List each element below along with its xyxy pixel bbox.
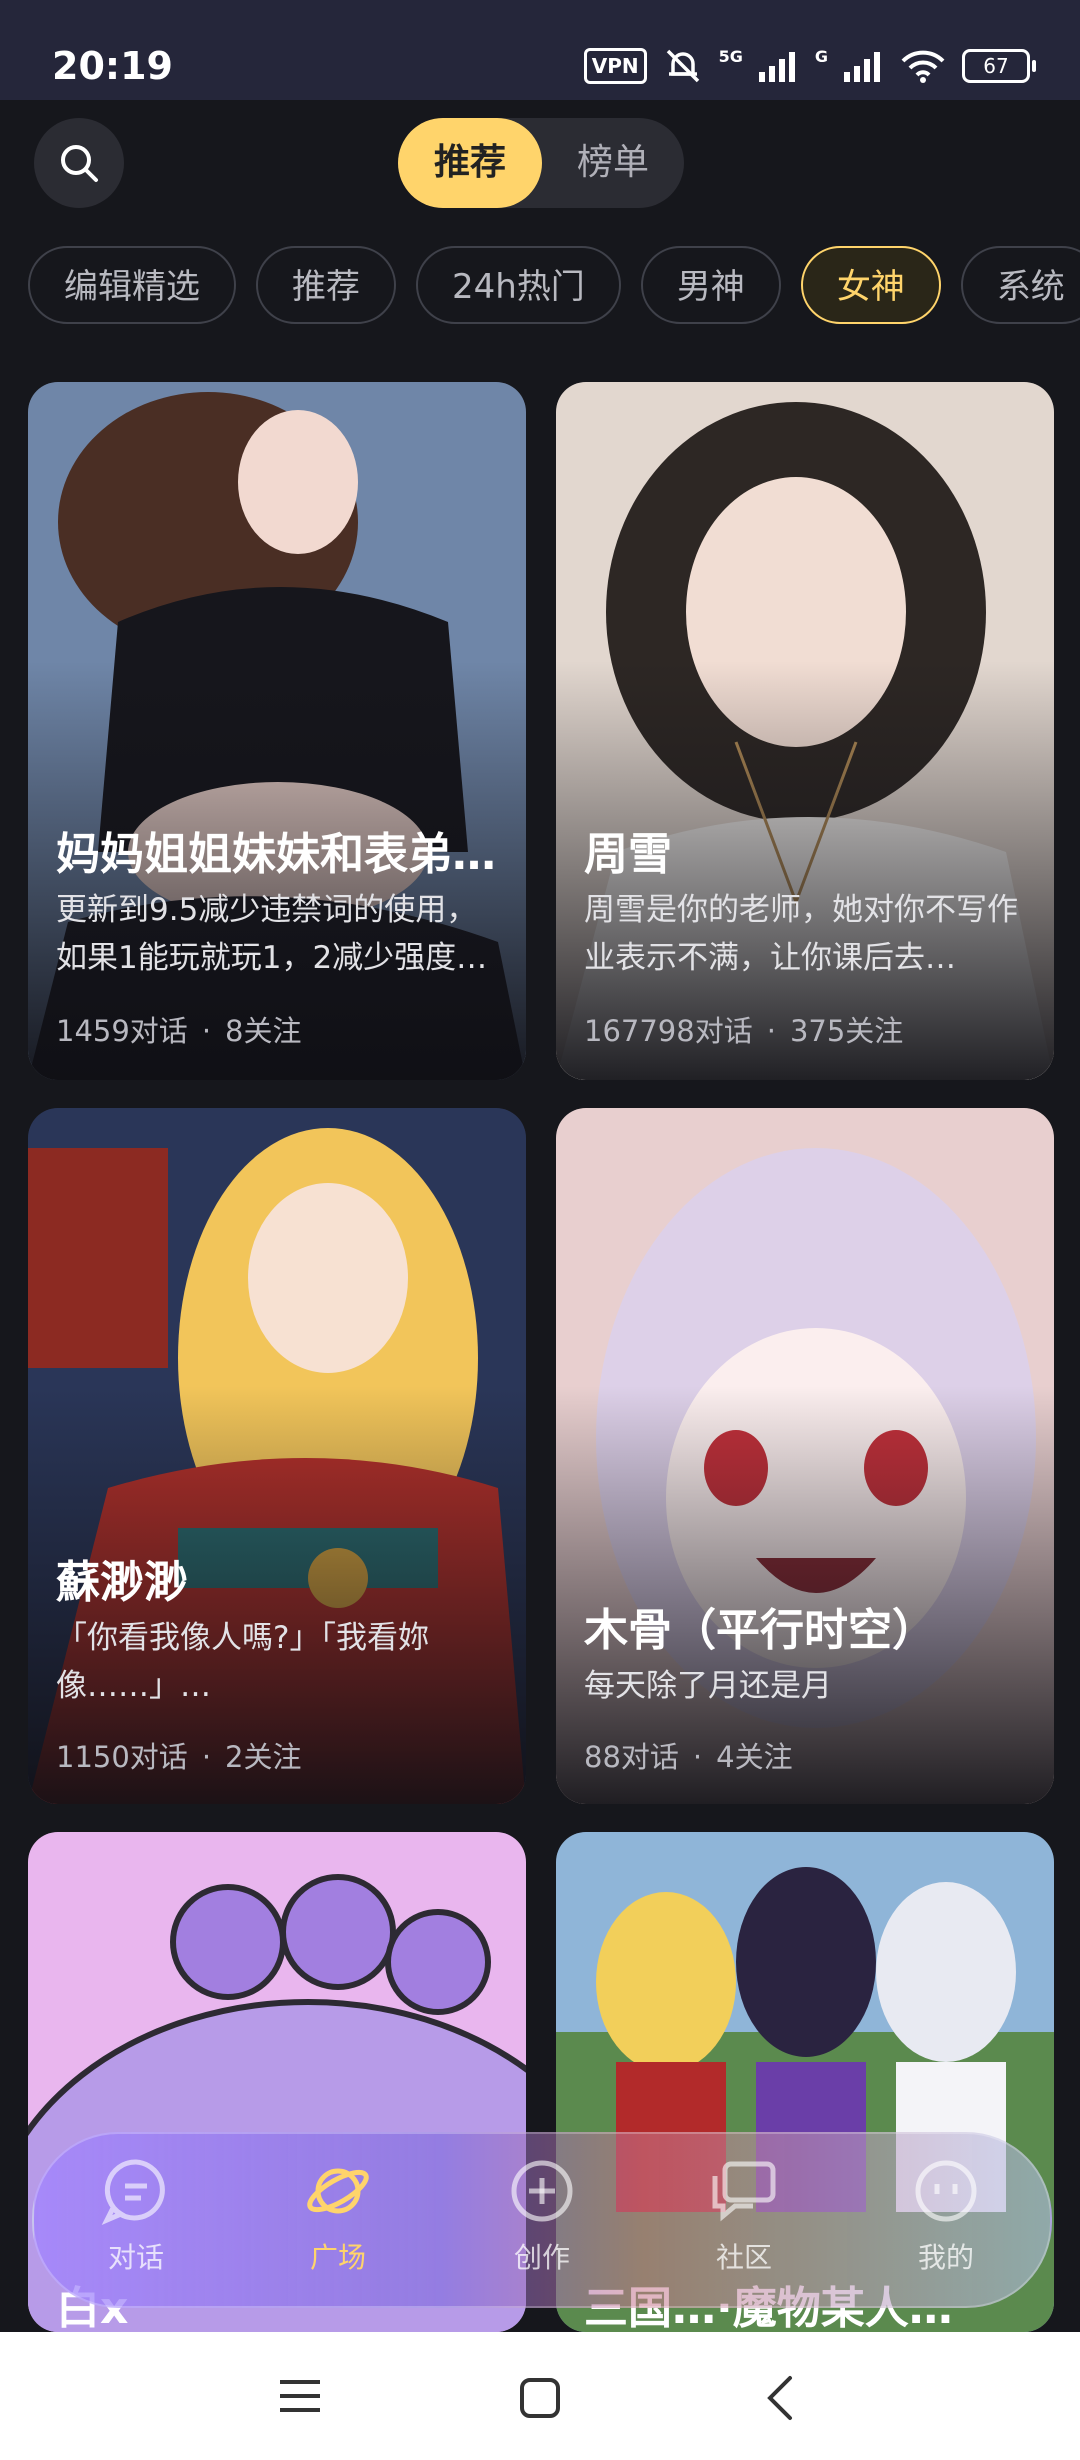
tab-chat[interactable]: 对话 (56, 2156, 216, 2276)
wifi-icon (901, 50, 945, 83)
tab-community-label: 社区 (715, 2241, 772, 2274)
character-card[interactable]: 妈妈姐姐妹妹和表弟… 更新到9.5减少违禁词的使用，如果1能玩就玩1，2减少强度… (28, 382, 526, 1080)
tab-plaza-label: 广场 (309, 2241, 366, 2274)
card-description: 更新到9.5减少违禁词的使用，如果1能玩就玩1，2减少强度… (56, 892, 488, 976)
search-button[interactable] (34, 118, 124, 208)
character-card[interactable]: 周雪 周雪是你的老师，她对你不写作业表示不满，让你课后去… 167798对话 · 3… (556, 382, 1054, 1080)
chat-count: 88对话 (584, 1740, 679, 1774)
chat-bubble-icon (101, 2159, 165, 2225)
card-title: 妈妈姐姐妹妹和表弟… (56, 829, 496, 880)
chat-count: 167798对话 (584, 1014, 753, 1048)
card-stats: 88对话 · 4关注 (584, 1740, 793, 1774)
chip-female[interactable]: 女神 (800, 246, 941, 324)
mute-bell-icon (666, 49, 699, 83)
follow-count: 375关注 (789, 1014, 904, 1048)
card-description: 周雪是你的老师，她对你不写作业表示不满，让你课后去… (584, 892, 1018, 976)
chip-male[interactable]: 男神 (640, 246, 781, 324)
community-icon (712, 2161, 776, 2222)
follow-count: 4关注 (716, 1740, 793, 1774)
card-title: 木骨（平行时空） (584, 1605, 936, 1656)
face-icon (915, 2160, 977, 2222)
character-card[interactable]: 木骨（平行时空） 每天除了月还是月 88对话 · 4关注 (556, 1108, 1054, 1804)
chip-recommend[interactable]: 推荐 (256, 246, 396, 324)
card-title: 周雪 (584, 829, 672, 880)
signal-icon-2 (844, 52, 880, 82)
planet-icon (307, 2168, 369, 2214)
status-icons: VPN 5G G 67 (583, 46, 1036, 86)
character-card[interactable]: 蘇渺渺 「你看我像人嗎?」「我看妳像……」… 1150对话 · 2关注 (28, 1108, 526, 1804)
bottom-tab-bar: 对话 广场 创作 社区 我的 (32, 2132, 1052, 2308)
tab-me-label: 我的 (917, 2241, 974, 2274)
card-stats: 1459对话 · 8关注 (56, 1014, 302, 1048)
chip-24h-hot[interactable]: 24h热门 (416, 246, 621, 324)
status-bar: 20:19 VPN 5G G 67 (0, 0, 1080, 100)
tab-create[interactable]: 创作 (462, 2156, 622, 2276)
tab-community[interactable]: 社区 (664, 2156, 824, 2276)
card-title: 蘇渺渺 (56, 1557, 188, 1608)
follow-count: 2关注 (225, 1740, 302, 1774)
system-nav-bar (0, 2332, 1080, 2460)
signal-label-1: 5G (718, 46, 743, 66)
card-stats: 167798对话 · 375关注 (584, 1014, 904, 1048)
menu-icon[interactable] (278, 2376, 322, 2416)
signal-icon (758, 52, 795, 82)
chip-system[interactable]: 系统 (960, 246, 1080, 324)
chip-editor-pick[interactable]: 编辑精选 (28, 246, 236, 324)
tab-chat-label: 对话 (107, 2241, 164, 2274)
tab-create-label: 创作 (513, 2241, 570, 2274)
tab-plaza[interactable]: 广场 (258, 2156, 418, 2276)
card-stats: 1150对话 · 2关注 (56, 1740, 302, 1774)
tab-ranking[interactable]: 榜单 (542, 118, 684, 208)
follow-count: 8关注 (225, 1014, 302, 1048)
search-icon (61, 145, 98, 182)
home-icon[interactable] (518, 2376, 562, 2420)
chat-count: 1459对话 (56, 1014, 188, 1048)
signal-label-2: G (814, 46, 828, 66)
plus-circle-icon (511, 2160, 573, 2222)
category-chips: 编辑精选 推荐 24h热门 男神 女神 系统 (28, 246, 1080, 328)
vpn-icon: VPN (583, 48, 647, 84)
back-icon[interactable] (760, 2374, 800, 2422)
card-description: 「你看我像人嗎?」「我看妳像……」… (56, 1620, 429, 1704)
tab-recommend[interactable]: 推荐 (398, 118, 542, 208)
chat-count: 1150对话 (56, 1740, 188, 1774)
status-time: 20:19 (52, 44, 173, 88)
battery-icon: 67 (962, 49, 1036, 83)
tab-me[interactable]: 我的 (866, 2156, 1026, 2276)
feed-toggle: 推荐 榜单 (398, 118, 684, 208)
